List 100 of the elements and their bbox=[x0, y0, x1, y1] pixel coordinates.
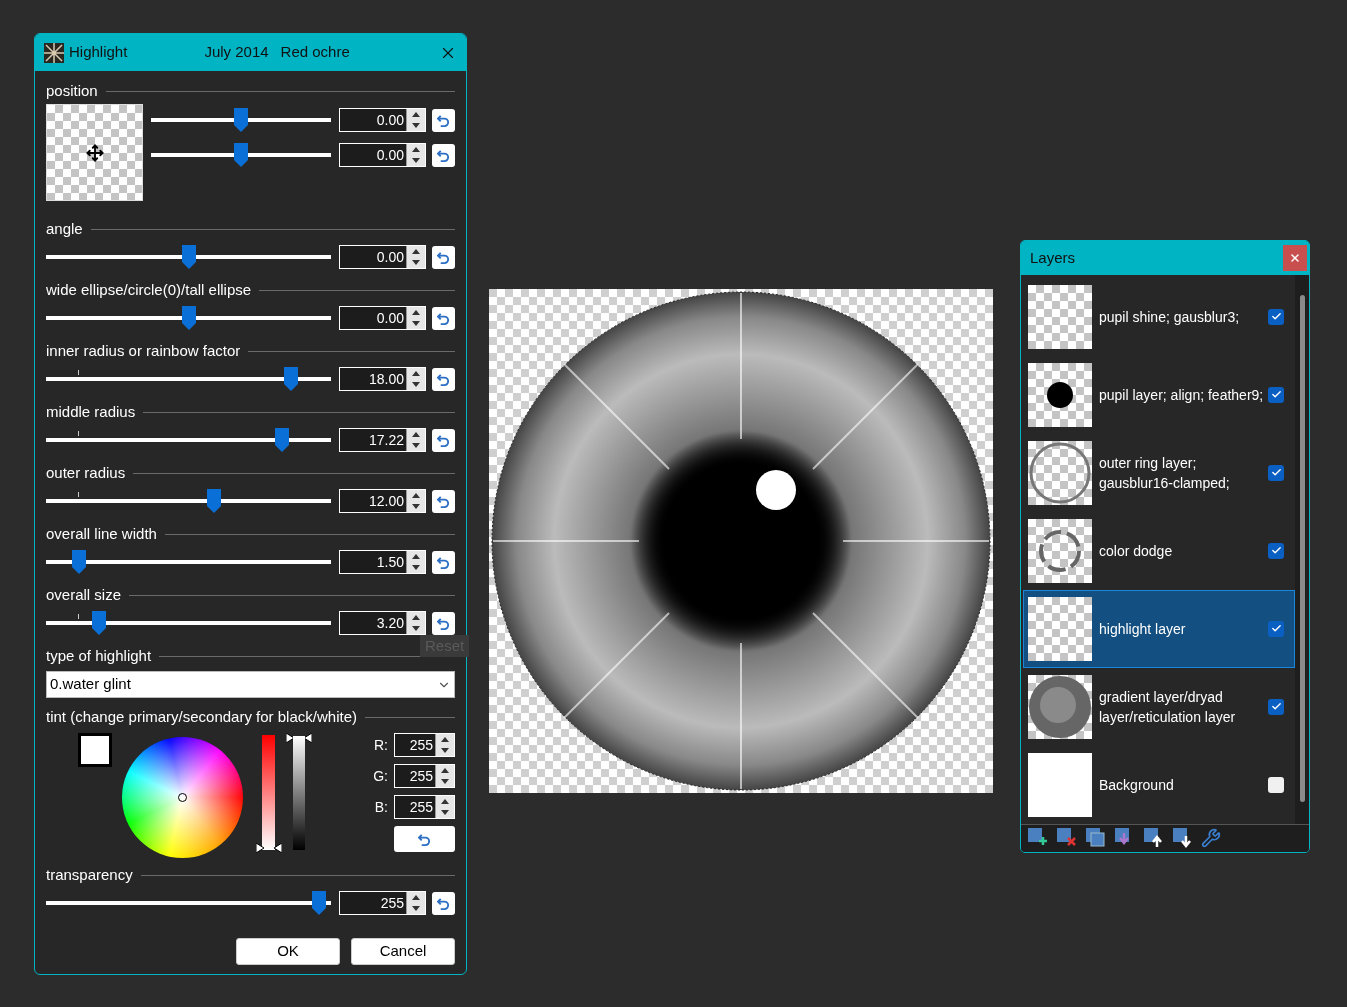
spin-down-icon[interactable] bbox=[412, 565, 420, 570]
spin-up-icon[interactable] bbox=[412, 554, 420, 559]
number-field[interactable]: 255 bbox=[394, 764, 455, 788]
move-icon[interactable] bbox=[85, 143, 104, 162]
spin-up-icon[interactable] bbox=[412, 432, 420, 437]
number-field[interactable]: 17.22 bbox=[339, 428, 426, 452]
bar-handle[interactable] bbox=[286, 733, 312, 743]
layer-thumbnail[interactable] bbox=[1028, 752, 1092, 817]
spin-down-icon[interactable] bbox=[412, 626, 420, 631]
slider-thumb[interactable] bbox=[181, 306, 196, 330]
spin-up-icon[interactable] bbox=[412, 493, 420, 498]
reset-button[interactable] bbox=[432, 550, 455, 574]
number-field[interactable]: 255 bbox=[394, 733, 455, 757]
visibility-checkbox[interactable] bbox=[1268, 464, 1284, 481]
slider-thumb[interactable] bbox=[275, 428, 289, 452]
number-field[interactable]: 0.00 bbox=[339, 245, 426, 269]
duplicate-layer-icon[interactable] bbox=[1085, 827, 1107, 850]
spin-up-icon[interactable] bbox=[412, 249, 420, 254]
layer-row[interactable]: color dodge bbox=[1023, 511, 1295, 590]
move-up-icon[interactable] bbox=[1143, 827, 1165, 850]
spin-down-icon[interactable] bbox=[412, 260, 420, 265]
spin-up-icon[interactable] bbox=[412, 895, 420, 900]
spin-up-icon[interactable] bbox=[441, 737, 449, 742]
reset-button[interactable] bbox=[432, 367, 455, 391]
reset-button[interactable] bbox=[432, 143, 455, 167]
color-swatch[interactable] bbox=[78, 733, 112, 767]
reset-button[interactable] bbox=[432, 428, 455, 452]
visibility-checkbox[interactable] bbox=[1268, 776, 1284, 793]
saturation-bar[interactable] bbox=[262, 735, 275, 850]
spin-down-icon[interactable] bbox=[412, 382, 420, 387]
spin-up-icon[interactable] bbox=[441, 799, 449, 804]
undo-arrow-icon bbox=[437, 616, 450, 630]
reset-button[interactable] bbox=[432, 611, 455, 635]
reset-button[interactable] bbox=[432, 306, 455, 330]
move-down-icon[interactable] bbox=[1172, 827, 1194, 850]
spin-down-icon[interactable] bbox=[412, 906, 420, 911]
layer-row[interactable]: pupil shine; gausblur3; bbox=[1023, 277, 1295, 356]
spin-up-icon[interactable] bbox=[412, 310, 420, 315]
slider-thumb[interactable] bbox=[284, 367, 299, 391]
layer-thumbnail[interactable] bbox=[1028, 284, 1092, 349]
layer-name: gradient layer/dryad layer/reticulation layer bbox=[1099, 687, 1237, 727]
spin-up-icon[interactable] bbox=[412, 615, 420, 620]
layer-thumbnail[interactable] bbox=[1028, 518, 1092, 583]
spin-up-icon[interactable] bbox=[412, 371, 420, 376]
spin-down-icon[interactable] bbox=[412, 443, 420, 448]
layer-row[interactable]: gradient layer/dryad layer/reticulation layer bbox=[1023, 667, 1295, 746]
visibility-checkbox[interactable] bbox=[1268, 542, 1284, 559]
spin-down-icon[interactable] bbox=[412, 158, 420, 163]
undo-arrow-icon bbox=[437, 555, 450, 569]
number-field[interactable]: 18.00 bbox=[339, 367, 426, 391]
spin-down-icon[interactable] bbox=[412, 123, 420, 128]
slider-thumb[interactable] bbox=[234, 108, 248, 132]
layer-thumbnail[interactable] bbox=[1028, 596, 1092, 661]
layer-thumbnail[interactable] bbox=[1028, 440, 1092, 505]
slider-thumb[interactable] bbox=[234, 143, 248, 167]
spin-up-icon[interactable] bbox=[441, 768, 449, 773]
spin-down-icon[interactable] bbox=[441, 779, 449, 784]
wrench-icon[interactable] bbox=[1201, 828, 1221, 849]
spin-down-icon[interactable] bbox=[441, 748, 449, 753]
spin-down-icon[interactable] bbox=[412, 504, 420, 509]
reset-button[interactable] bbox=[432, 108, 455, 132]
visibility-checkbox[interactable] bbox=[1268, 620, 1284, 637]
visibility-checkbox[interactable] bbox=[1268, 386, 1284, 403]
slider-tick bbox=[78, 370, 79, 375]
brightness-bar[interactable] bbox=[293, 736, 305, 850]
slider-thumb[interactable] bbox=[92, 611, 107, 635]
slider-thumb[interactable] bbox=[71, 550, 86, 574]
layer-row[interactable]: Background bbox=[1023, 745, 1295, 824]
reset-button[interactable] bbox=[432, 891, 455, 915]
number-field[interactable]: 3.20 bbox=[339, 611, 426, 635]
visibility-checkbox[interactable] bbox=[1268, 698, 1284, 715]
dialog-button[interactable]: Cancel bbox=[351, 938, 455, 965]
dialog-button[interactable]: OK bbox=[236, 938, 340, 965]
layer-row[interactable]: pupil layer; align; feather9; bbox=[1023, 355, 1295, 434]
layer-row[interactable]: outer ring layer; gausblur16-clamped; bbox=[1023, 433, 1295, 512]
number-field[interactable]: 12.00 bbox=[339, 489, 426, 513]
layer-row[interactable]: highlight layer bbox=[1023, 589, 1295, 668]
slider-thumb[interactable] bbox=[207, 489, 222, 513]
spin-up-icon[interactable] bbox=[412, 112, 420, 117]
visibility-checkbox[interactable] bbox=[1268, 308, 1284, 325]
scrollbar-thumb[interactable] bbox=[1299, 294, 1305, 802]
section-label: wide ellipse/circle(0)/tall ellipse bbox=[46, 279, 252, 300]
number-field[interactable]: 0.00 bbox=[339, 143, 426, 167]
slider-thumb[interactable] bbox=[181, 245, 196, 269]
number-field[interactable]: 0.00 bbox=[339, 306, 426, 330]
number-field[interactable]: 255 bbox=[394, 795, 455, 819]
layer-thumbnail[interactable] bbox=[1028, 674, 1092, 739]
slider-thumb[interactable] bbox=[311, 891, 326, 915]
reset-button[interactable] bbox=[432, 245, 455, 269]
undo-arrow-icon bbox=[437, 433, 450, 447]
spin-down-icon[interactable] bbox=[412, 321, 420, 326]
layer-thumbnail[interactable] bbox=[1028, 362, 1092, 427]
dropdown[interactable]: 0.water glint bbox=[46, 671, 455, 698]
reset-button[interactable] bbox=[432, 489, 455, 513]
spin-up-icon[interactable] bbox=[412, 147, 420, 152]
spin-down-icon[interactable] bbox=[441, 810, 449, 815]
number-field[interactable]: 255 bbox=[339, 891, 426, 915]
number-field[interactable]: 0.00 bbox=[339, 108, 426, 132]
bar-handle[interactable] bbox=[256, 843, 282, 853]
number-field[interactable]: 1.50 bbox=[339, 550, 426, 574]
